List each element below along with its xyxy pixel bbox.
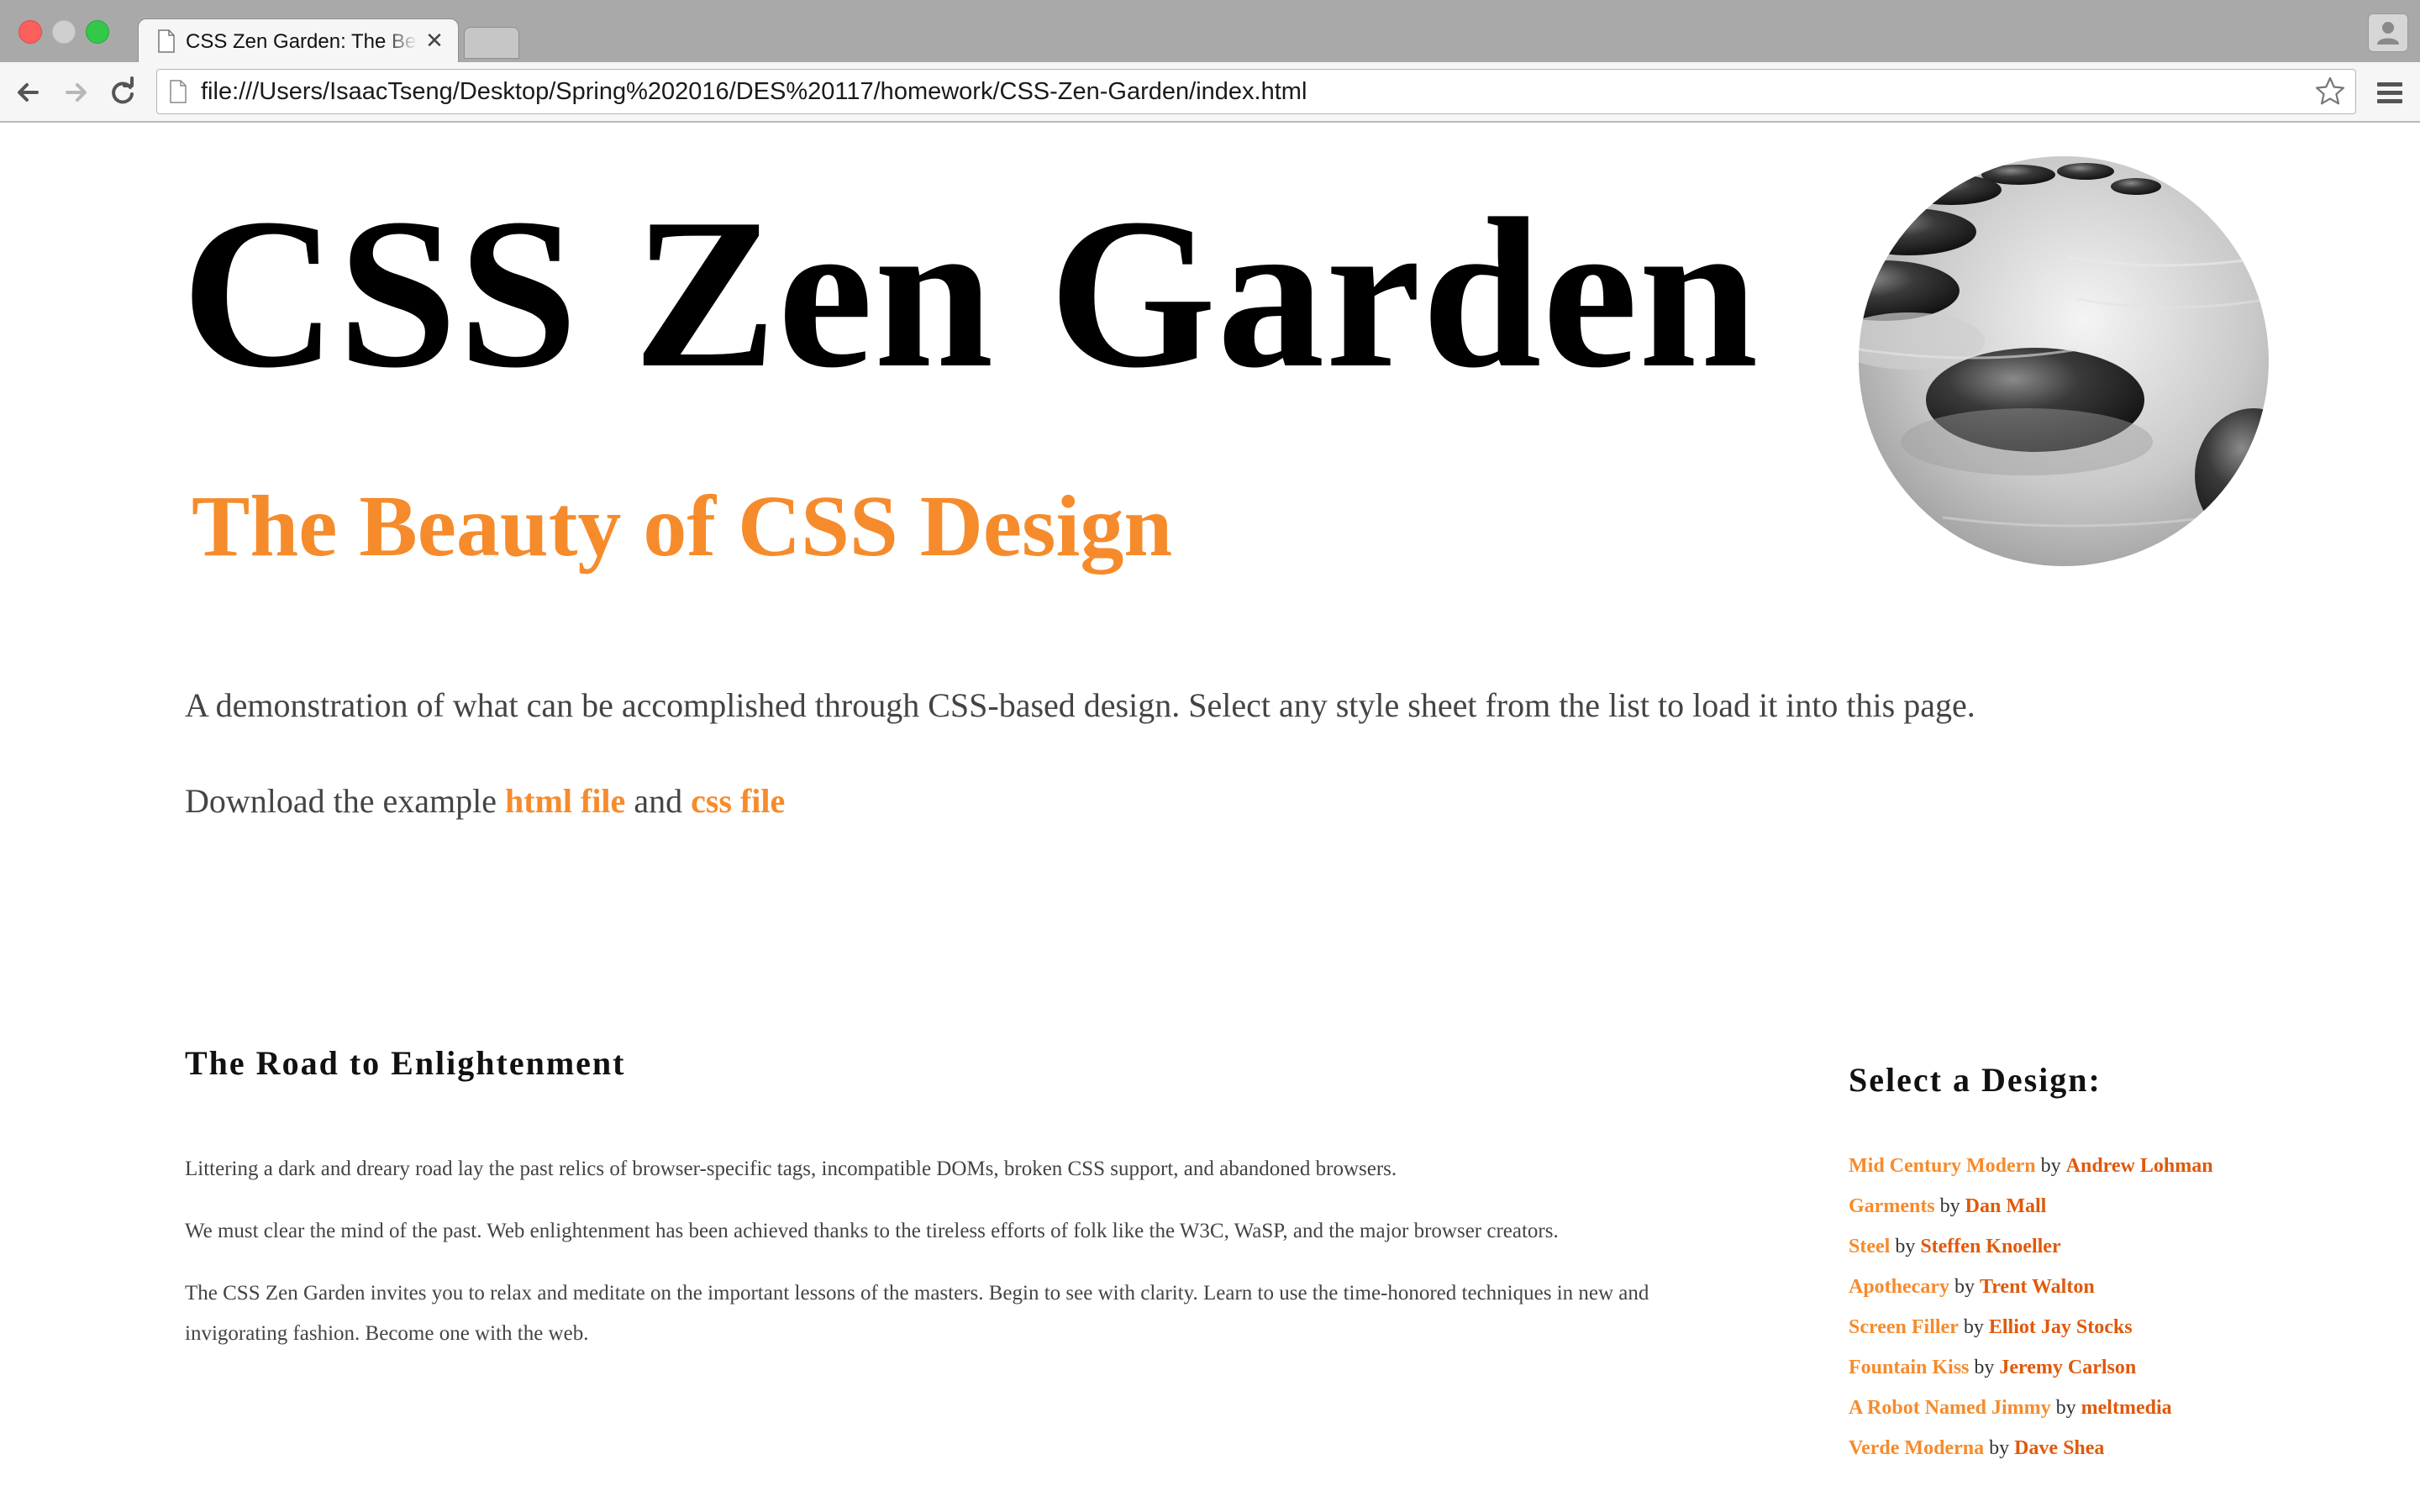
by-text: by <box>1958 1316 1989 1338</box>
designer-link[interactable]: Dan Mall <box>1965 1195 2047 1217</box>
road-paragraph: We must clear the mind of the past. Web … <box>185 1220 1559 1242</box>
page-icon <box>170 80 187 103</box>
design-name-link[interactable]: Screen Filler <box>1849 1316 1959 1338</box>
design-name-link[interactable]: Mid Century Modern <box>1849 1155 2036 1177</box>
reload-button[interactable] <box>106 76 139 109</box>
designer-link[interactable]: Andrew Lohman <box>2066 1155 2213 1177</box>
profile-icon <box>2377 22 2399 45</box>
site-subtitle: The Beauty of CSS Design <box>192 478 1173 575</box>
by-text: by <box>1949 1276 1980 1298</box>
design-name-link[interactable]: Verde Moderna <box>1849 1437 1984 1459</box>
intro-text: A demonstration of what can be accomplis… <box>185 686 1975 724</box>
browser-toolbar: file:///Users/IsaacTseng/Desktop/Spring%… <box>0 62 2420 123</box>
by-text: by <box>1934 1195 1965 1217</box>
back-icon <box>18 83 39 102</box>
designer-link[interactable]: Steffen Knoeller <box>1920 1236 2060 1257</box>
by-text: by <box>2035 1155 2066 1177</box>
bookmark-star-icon[interactable] <box>2313 75 2347 108</box>
design-list-item: Verde Moderna by Dave Shea <box>1849 1428 2213 1468</box>
road-paragraph: The CSS Zen Garden invites you to relax … <box>185 1282 1649 1345</box>
designer-link[interactable]: meltmedia <box>2081 1397 2172 1419</box>
designer-link[interactable]: Elliot Jay Stocks <box>1989 1316 2133 1338</box>
design-list-item: Steel by Steffen Knoeller <box>1849 1226 2213 1267</box>
menu-icon[interactable] <box>2375 77 2405 108</box>
html-file-link[interactable]: html file <box>505 782 625 820</box>
url-text[interactable]: file:///Users/IsaacTseng/Desktop/Spring%… <box>201 76 1307 107</box>
design-list-item: Fountain Kiss by Jeremy Carlson <box>1849 1347 2213 1388</box>
design-name-link[interactable]: Apothecary <box>1849 1276 1949 1298</box>
new-tab-button[interactable] <box>464 27 519 59</box>
design-list-item: Garments by Dan Mall <box>1849 1186 2213 1226</box>
select-design-heading: Select a Design: <box>1849 1061 2102 1099</box>
download-prefix: Download the example <box>185 782 505 820</box>
design-list-item: Screen Filler by Elliot Jay Stocks <box>1849 1307 2213 1347</box>
forward-button[interactable] <box>59 76 92 109</box>
browser-tab-bar: CSS Zen Garden: The Beauty of CSS Design… <box>0 0 2420 63</box>
road-paragraph: Littering a dark and dreary road lay the… <box>185 1158 1397 1180</box>
page-content: CSS Zen Garden The Beauty of CSS Design … <box>0 123 2420 1512</box>
designer-link[interactable]: Jeremy Carlson <box>1999 1357 2136 1378</box>
forward-icon <box>66 83 87 102</box>
design-name-link[interactable]: Fountain Kiss <box>1849 1357 1969 1378</box>
by-text: by <box>1890 1236 1921 1257</box>
design-list-item: Apothecary by Trent Walton <box>1849 1267 2213 1307</box>
road-heading: The Road to Enlightenment <box>185 1044 626 1082</box>
page-icon <box>158 29 175 53</box>
zen-stones-image <box>1859 156 2269 566</box>
profile-button[interactable] <box>2368 13 2408 52</box>
download-line: Download the example html file and css f… <box>185 778 785 825</box>
by-text: by <box>2050 1397 2081 1419</box>
download-middle: and <box>625 782 692 820</box>
back-button[interactable] <box>12 76 45 109</box>
design-list-item: Mid Century Modern by Andrew Lohman <box>1849 1146 2213 1186</box>
design-name-link[interactable]: A Robot Named Jimmy <box>1849 1397 2051 1419</box>
browser-tab[interactable]: CSS Zen Garden: The Beauty of CSS Design… <box>138 18 459 63</box>
zoom-window-button[interactable] <box>86 20 109 44</box>
design-list: Mid Century Modern by Andrew Lohman Garm… <box>1849 1146 2213 1468</box>
designer-link[interactable]: Dave Shea <box>2014 1437 2104 1459</box>
design-name-link[interactable]: Steel <box>1849 1236 1890 1257</box>
site-title: CSS Zen Garden <box>182 175 1760 412</box>
minimize-window-button[interactable] <box>52 20 76 44</box>
css-file-link[interactable]: css file <box>691 782 785 820</box>
address-bar[interactable]: file:///Users/IsaacTseng/Desktop/Spring%… <box>156 69 2356 114</box>
designer-link[interactable]: Trent Walton <box>1980 1276 2095 1298</box>
reload-icon <box>112 76 134 104</box>
close-window-button[interactable] <box>18 20 42 44</box>
tab-title: CSS Zen Garden: The Beauty of CSS Design <box>186 30 418 53</box>
design-list-item: A Robot Named Jimmy by meltmedia <box>1849 1388 2213 1428</box>
by-text: by <box>1969 1357 2000 1378</box>
by-text: by <box>1984 1437 2015 1459</box>
design-name-link[interactable]: Garments <box>1849 1195 1935 1217</box>
tab-close-icon[interactable]: ✕ <box>423 28 446 55</box>
